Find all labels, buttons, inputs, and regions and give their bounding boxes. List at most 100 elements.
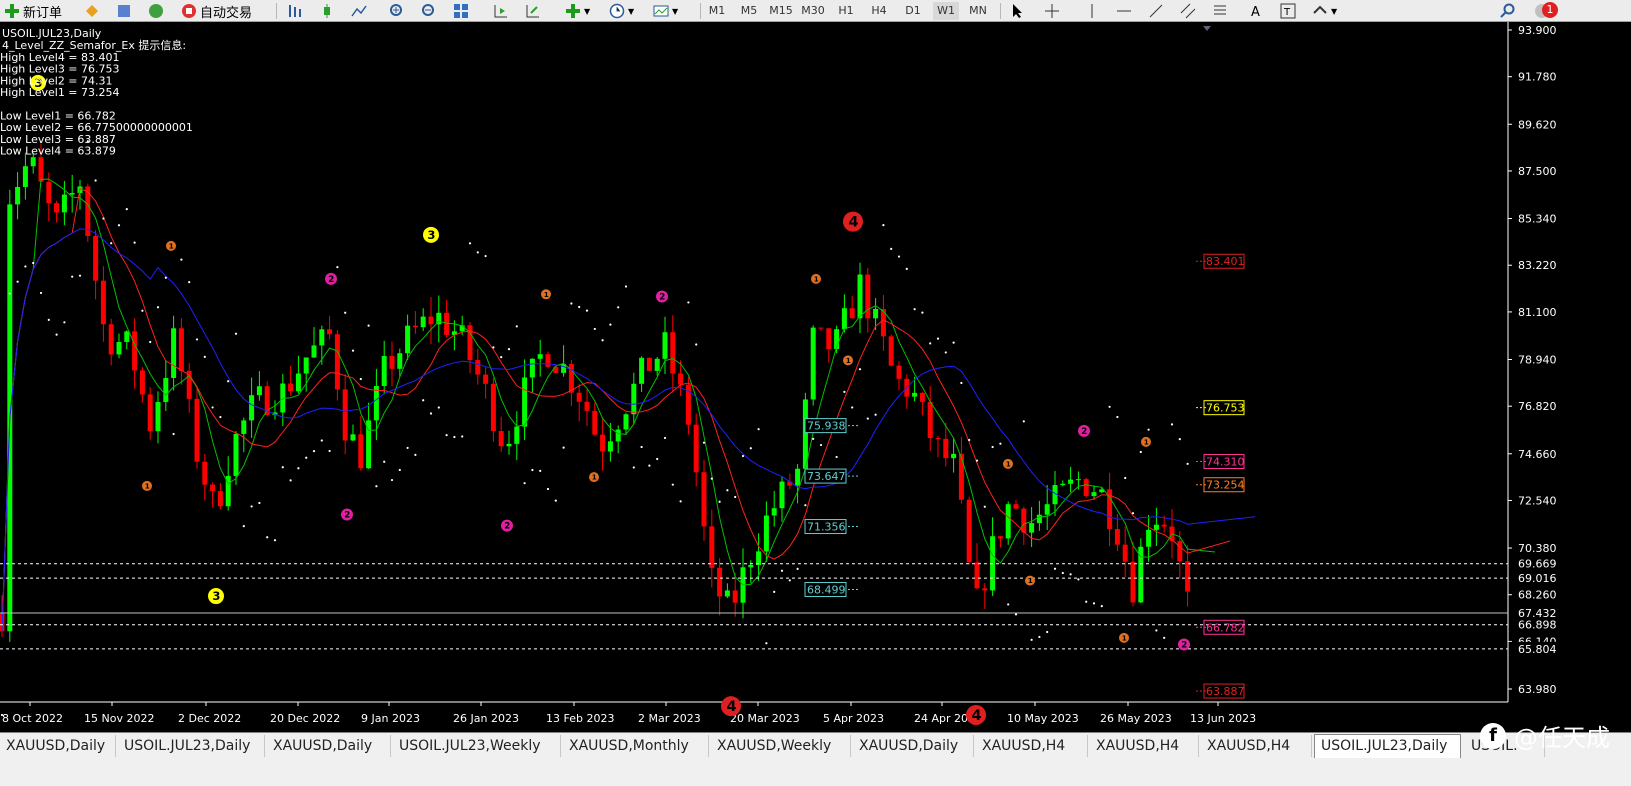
timeframe-w1[interactable]: W1	[933, 2, 959, 20]
zoom-in-button[interactable]	[389, 1, 408, 21]
chevron-down-icon: ▼	[584, 6, 591, 16]
equidistant-channel-tool[interactable]	[1180, 1, 1199, 21]
chart-tab[interactable]: XAUUSD,Monthly	[563, 735, 709, 757]
timeframe-m5[interactable]: M5	[736, 2, 762, 20]
candle-body	[428, 316, 434, 325]
sar-dot	[164, 276, 167, 279]
sar-dot	[531, 468, 534, 472]
chart-tab[interactable]: XAUUSD,Daily	[853, 735, 974, 757]
chart-tab[interactable]: XAUUSD,Daily	[267, 735, 391, 757]
horizontal-line-tool[interactable]	[1116, 1, 1135, 21]
price-axis-label: 76.820	[1518, 400, 1557, 413]
candle-body	[584, 401, 590, 411]
candle-body	[841, 308, 847, 330]
sar-dot	[929, 342, 932, 345]
arrows-tool[interactable]: ▼	[1312, 1, 1337, 21]
periods-button[interactable]: ▼	[609, 1, 634, 21]
candle-body	[943, 438, 949, 459]
sar-dot	[219, 415, 222, 419]
vertical-line-icon	[1084, 3, 1100, 19]
chart-tab[interactable]: USOIL.JUL23,Weekly	[393, 735, 561, 757]
candle-body	[1185, 561, 1191, 592]
price-axis-label: 68.260	[1518, 589, 1557, 602]
semafor-signal-number: 4	[727, 699, 737, 715]
sar-dot	[507, 348, 511, 351]
indicator-level-text: High Level1 = 73.254	[0, 86, 120, 99]
sar-dot	[429, 412, 433, 415]
sar-dot	[78, 274, 82, 277]
sar-dot	[383, 460, 386, 463]
chart-tab[interactable]: XAUUSD,H4	[976, 735, 1088, 757]
sar-dot	[1139, 450, 1142, 454]
fibonacci-tool[interactable]	[1212, 1, 1231, 21]
line-chart-button[interactable]	[351, 1, 370, 21]
date-axis-label: 5 Apr 2023	[823, 712, 884, 725]
timeframe-h4[interactable]: H4	[866, 2, 892, 20]
timeframe-m15[interactable]: M15	[768, 2, 794, 20]
sar-dot	[921, 311, 924, 314]
sar-dot	[624, 285, 628, 288]
sar-dot	[305, 456, 308, 459]
timeframe-m1[interactable]: M1	[704, 2, 730, 20]
candle-chart-button[interactable]	[319, 1, 338, 21]
auto-trading-button[interactable]: 自动交易	[181, 1, 252, 21]
toolbar-separator	[276, 3, 277, 19]
price-chart[interactable]: 93.900 91.780 89.620 87.500 85.340 83.220 81.1…	[0, 22, 1631, 732]
grid-icon	[453, 3, 469, 19]
text-label-tool[interactable]: T	[1280, 1, 1299, 21]
scroll-chart-button[interactable]	[493, 1, 512, 21]
sar-dot	[1116, 415, 1119, 419]
timeframe-m30[interactable]: M30	[800, 2, 826, 20]
candle-body	[732, 590, 738, 603]
candle-body	[295, 373, 301, 392]
diamond-icon	[84, 3, 100, 19]
candle-body	[420, 316, 426, 328]
indicators-button[interactable]: ▼	[565, 1, 590, 21]
sar-dot	[258, 501, 261, 505]
bar-chart-button[interactable]	[287, 1, 306, 21]
templates-button[interactable]: ▼	[653, 1, 678, 21]
price-axis-label: 78.940	[1518, 354, 1557, 367]
sar-dot	[266, 536, 269, 539]
history-button[interactable]	[116, 1, 135, 21]
chart-tab[interactable]: XAUUSD,H4	[1201, 735, 1312, 757]
chart-tab[interactable]: USOIL.JUL23,Daily	[1314, 734, 1461, 758]
candle-body	[38, 157, 44, 182]
sar-dot	[24, 265, 27, 268]
new-order-button[interactable]: 新订单	[4, 1, 62, 21]
timeframe-mn[interactable]: MN	[965, 2, 991, 20]
sar-dot	[1046, 630, 1049, 634]
candle-body	[701, 472, 707, 527]
chart-tab[interactable]: XAUUSD,H4	[1090, 735, 1199, 757]
chart-tab[interactable]: XAUUSD,Weekly	[711, 735, 851, 757]
candle-body	[342, 389, 348, 441]
sar-dot	[312, 450, 316, 453]
experts-button[interactable]	[84, 1, 103, 21]
search-button[interactable]	[1500, 1, 1519, 21]
candle-body	[763, 515, 769, 552]
candle-body	[256, 386, 262, 396]
trendline-tool[interactable]	[1148, 1, 1167, 21]
cursor-tool[interactable]	[1010, 1, 1029, 21]
candle-body	[1075, 479, 1081, 481]
database-icon	[116, 3, 132, 19]
alerts-button[interactable]: 1	[1534, 1, 1558, 21]
crosshair-tool[interactable]	[1044, 1, 1063, 21]
zoom-out-button[interactable]	[421, 1, 440, 21]
sar-dot	[975, 459, 979, 462]
chart-window[interactable]: 93.900 91.780 89.620 87.500 85.340 83.220 81.1…	[0, 22, 1631, 732]
candle-body	[1177, 541, 1183, 562]
text-tool[interactable]: A	[1248, 1, 1267, 21]
tile-windows-button[interactable]	[453, 1, 472, 21]
timeframe-d1[interactable]: D1	[900, 2, 926, 20]
sar-dot	[1108, 405, 1111, 408]
shift-chart-button[interactable]	[525, 1, 544, 21]
sar-dot	[890, 247, 893, 250]
vertical-line-tool[interactable]	[1084, 1, 1103, 21]
timeframe-h1[interactable]: H1	[833, 2, 859, 20]
price-axis-label: 87.500	[1518, 165, 1557, 178]
chart-tab[interactable]: XAUUSD,Daily	[0, 735, 116, 757]
globe-button[interactable]	[148, 1, 167, 21]
candle-body	[108, 324, 114, 355]
chart-tab[interactable]: USOIL.JUL23,Daily	[118, 735, 265, 757]
